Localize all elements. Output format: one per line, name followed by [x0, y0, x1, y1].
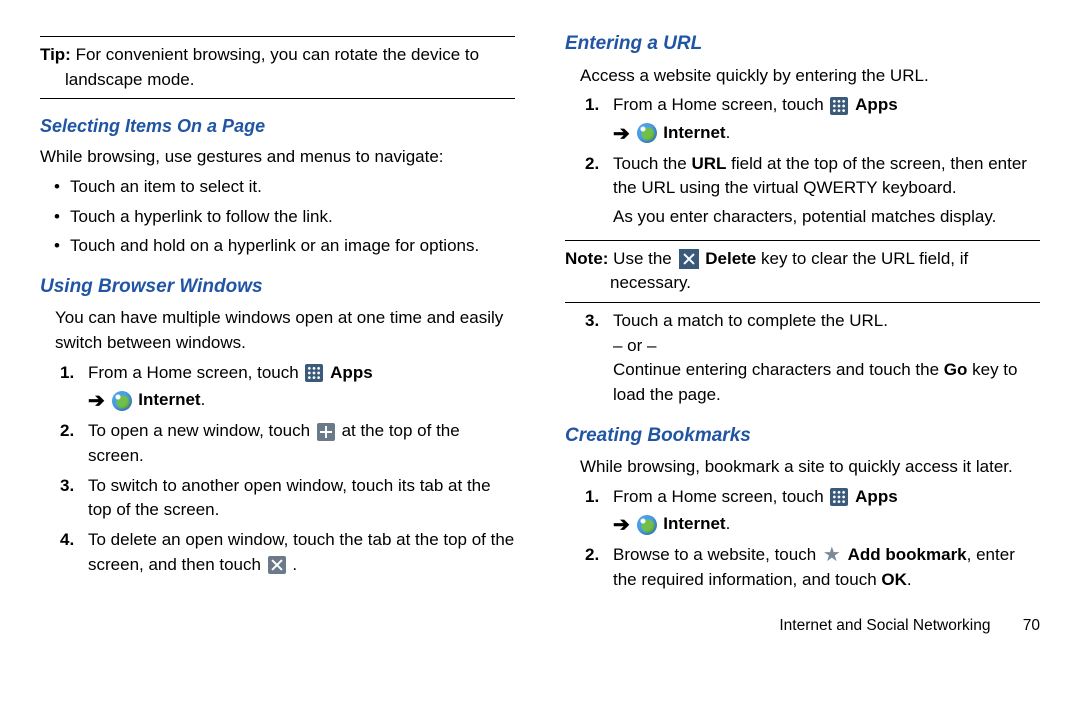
- heading-browser-windows: Using Browser Windows: [40, 273, 515, 301]
- creating-bookmarks-steps: 1. From a Home screen, touch Apps ➔ Inte…: [585, 485, 1040, 593]
- step-1: 1. From a Home screen, touch Apps ➔ Inte…: [585, 485, 1040, 539]
- internet-globe-icon: [112, 391, 132, 411]
- page-number: 70: [1023, 617, 1040, 634]
- rule: [565, 302, 1040, 303]
- period: .: [201, 390, 206, 409]
- heading-creating-bookmarks: Creating Bookmarks: [565, 422, 1040, 450]
- step-text: Touch the: [613, 154, 691, 173]
- go-label: Go: [944, 360, 968, 379]
- step-text: To switch to another open window, touch …: [88, 476, 491, 520]
- step-3: 3. To switch to another open window, tou…: [60, 474, 515, 523]
- entering-url-steps-cont: 3. Touch a match to complete the URL. – …: [585, 309, 1040, 408]
- note-block: Note: Use the Delete key to clear the UR…: [565, 247, 1040, 296]
- internet-label: Internet: [663, 123, 725, 142]
- page-footer: Internet and Social Networking 70: [565, 615, 1040, 637]
- period: .: [726, 514, 731, 533]
- step-text: Browse to a website, touch: [613, 545, 821, 564]
- entering-url-intro: Access a website quickly by entering the…: [580, 64, 1040, 89]
- or-text: – or –: [613, 336, 656, 355]
- internet-label: Internet: [138, 390, 200, 409]
- rule: [40, 36, 515, 37]
- plus-icon: [317, 423, 335, 441]
- step-1: 1. From a Home screen, touch Apps ➔ Inte…: [60, 361, 515, 415]
- step-2: 2. Browse to a website, touch ★ Add book…: [585, 543, 1040, 592]
- heading-entering-url: Entering a URL: [565, 30, 1040, 58]
- rule: [565, 240, 1040, 241]
- arrow-icon: ➔: [88, 390, 105, 412]
- right-column: Entering a URL Access a website quickly …: [565, 30, 1040, 637]
- step-text: Touch a match to complete the URL.: [613, 311, 888, 330]
- apps-label: Apps: [855, 487, 898, 506]
- delete-key-icon: [679, 249, 699, 269]
- apps-grid-icon: [830, 488, 848, 506]
- delete-label: Delete: [705, 249, 756, 268]
- step-text: As you enter characters, potential match…: [613, 207, 996, 226]
- internet-label: Internet: [663, 514, 725, 533]
- entering-url-steps: 1. From a Home screen, touch Apps ➔ Inte…: [585, 93, 1040, 230]
- internet-globe-icon: [637, 515, 657, 535]
- tip-text: For convenient browsing, you can rotate …: [65, 45, 479, 89]
- browser-windows-intro: You can have multiple windows open at on…: [55, 306, 515, 355]
- step-2: 2. To open a new window, touch at the to…: [60, 419, 515, 468]
- selecting-items-intro: While browsing, use gestures and menus t…: [40, 145, 515, 170]
- step-4: 4. To delete an open window, touch the t…: [60, 528, 515, 577]
- close-icon: [268, 556, 286, 574]
- apps-grid-icon: [305, 364, 323, 382]
- step-3: 3. Touch a match to complete the URL. – …: [585, 309, 1040, 408]
- note-text: Use the: [608, 249, 676, 268]
- apps-label: Apps: [855, 95, 898, 114]
- footer-section: Internet and Social Networking: [779, 617, 990, 634]
- step-text: To delete an open window, touch the tab …: [88, 530, 514, 574]
- creating-bookmarks-intro: While browsing, bookmark a site to quick…: [580, 455, 1040, 480]
- page-columns: Tip: For convenient browsing, you can ro…: [40, 30, 1040, 637]
- arrow-icon: ➔: [613, 123, 630, 145]
- browser-windows-steps: 1. From a Home screen, touch Apps ➔ Inte…: [60, 361, 515, 577]
- arrow-icon: ➔: [613, 514, 630, 536]
- ok-label: OK: [881, 570, 907, 589]
- step-1: 1. From a Home screen, touch Apps ➔ Inte…: [585, 93, 1040, 147]
- add-bookmark-label: Add bookmark: [848, 545, 967, 564]
- bullet-item: Touch a hyperlink to follow the link.: [54, 205, 515, 230]
- note-label: Note:: [565, 249, 608, 268]
- period: .: [907, 570, 912, 589]
- tip-label: Tip:: [40, 45, 71, 64]
- step-2: 2. Touch the URL field at the top of the…: [585, 152, 1040, 230]
- left-column: Tip: For convenient browsing, you can ro…: [40, 30, 515, 637]
- heading-selecting-items: Selecting Items On a Page: [40, 113, 515, 139]
- internet-globe-icon: [637, 123, 657, 143]
- period: .: [726, 123, 731, 142]
- selecting-items-bullets: Touch an item to select it. Touch a hype…: [54, 175, 515, 259]
- tip-block: Tip: For convenient browsing, you can ro…: [40, 43, 515, 92]
- apps-label: Apps: [330, 363, 373, 382]
- bullet-item: Touch and hold on a hyperlink or an imag…: [54, 234, 515, 259]
- star-icon: ★: [823, 547, 841, 565]
- step-text: From a Home screen, touch: [88, 363, 303, 382]
- step-text: To open a new window, touch: [88, 421, 315, 440]
- rule: [40, 98, 515, 99]
- url-label: URL: [691, 154, 726, 173]
- period: .: [292, 555, 297, 574]
- step-text: From a Home screen, touch: [613, 487, 828, 506]
- step-text: From a Home screen, touch: [613, 95, 828, 114]
- bullet-item: Touch an item to select it.: [54, 175, 515, 200]
- apps-grid-icon: [830, 97, 848, 115]
- step-text: Continue entering characters and touch t…: [613, 360, 944, 379]
